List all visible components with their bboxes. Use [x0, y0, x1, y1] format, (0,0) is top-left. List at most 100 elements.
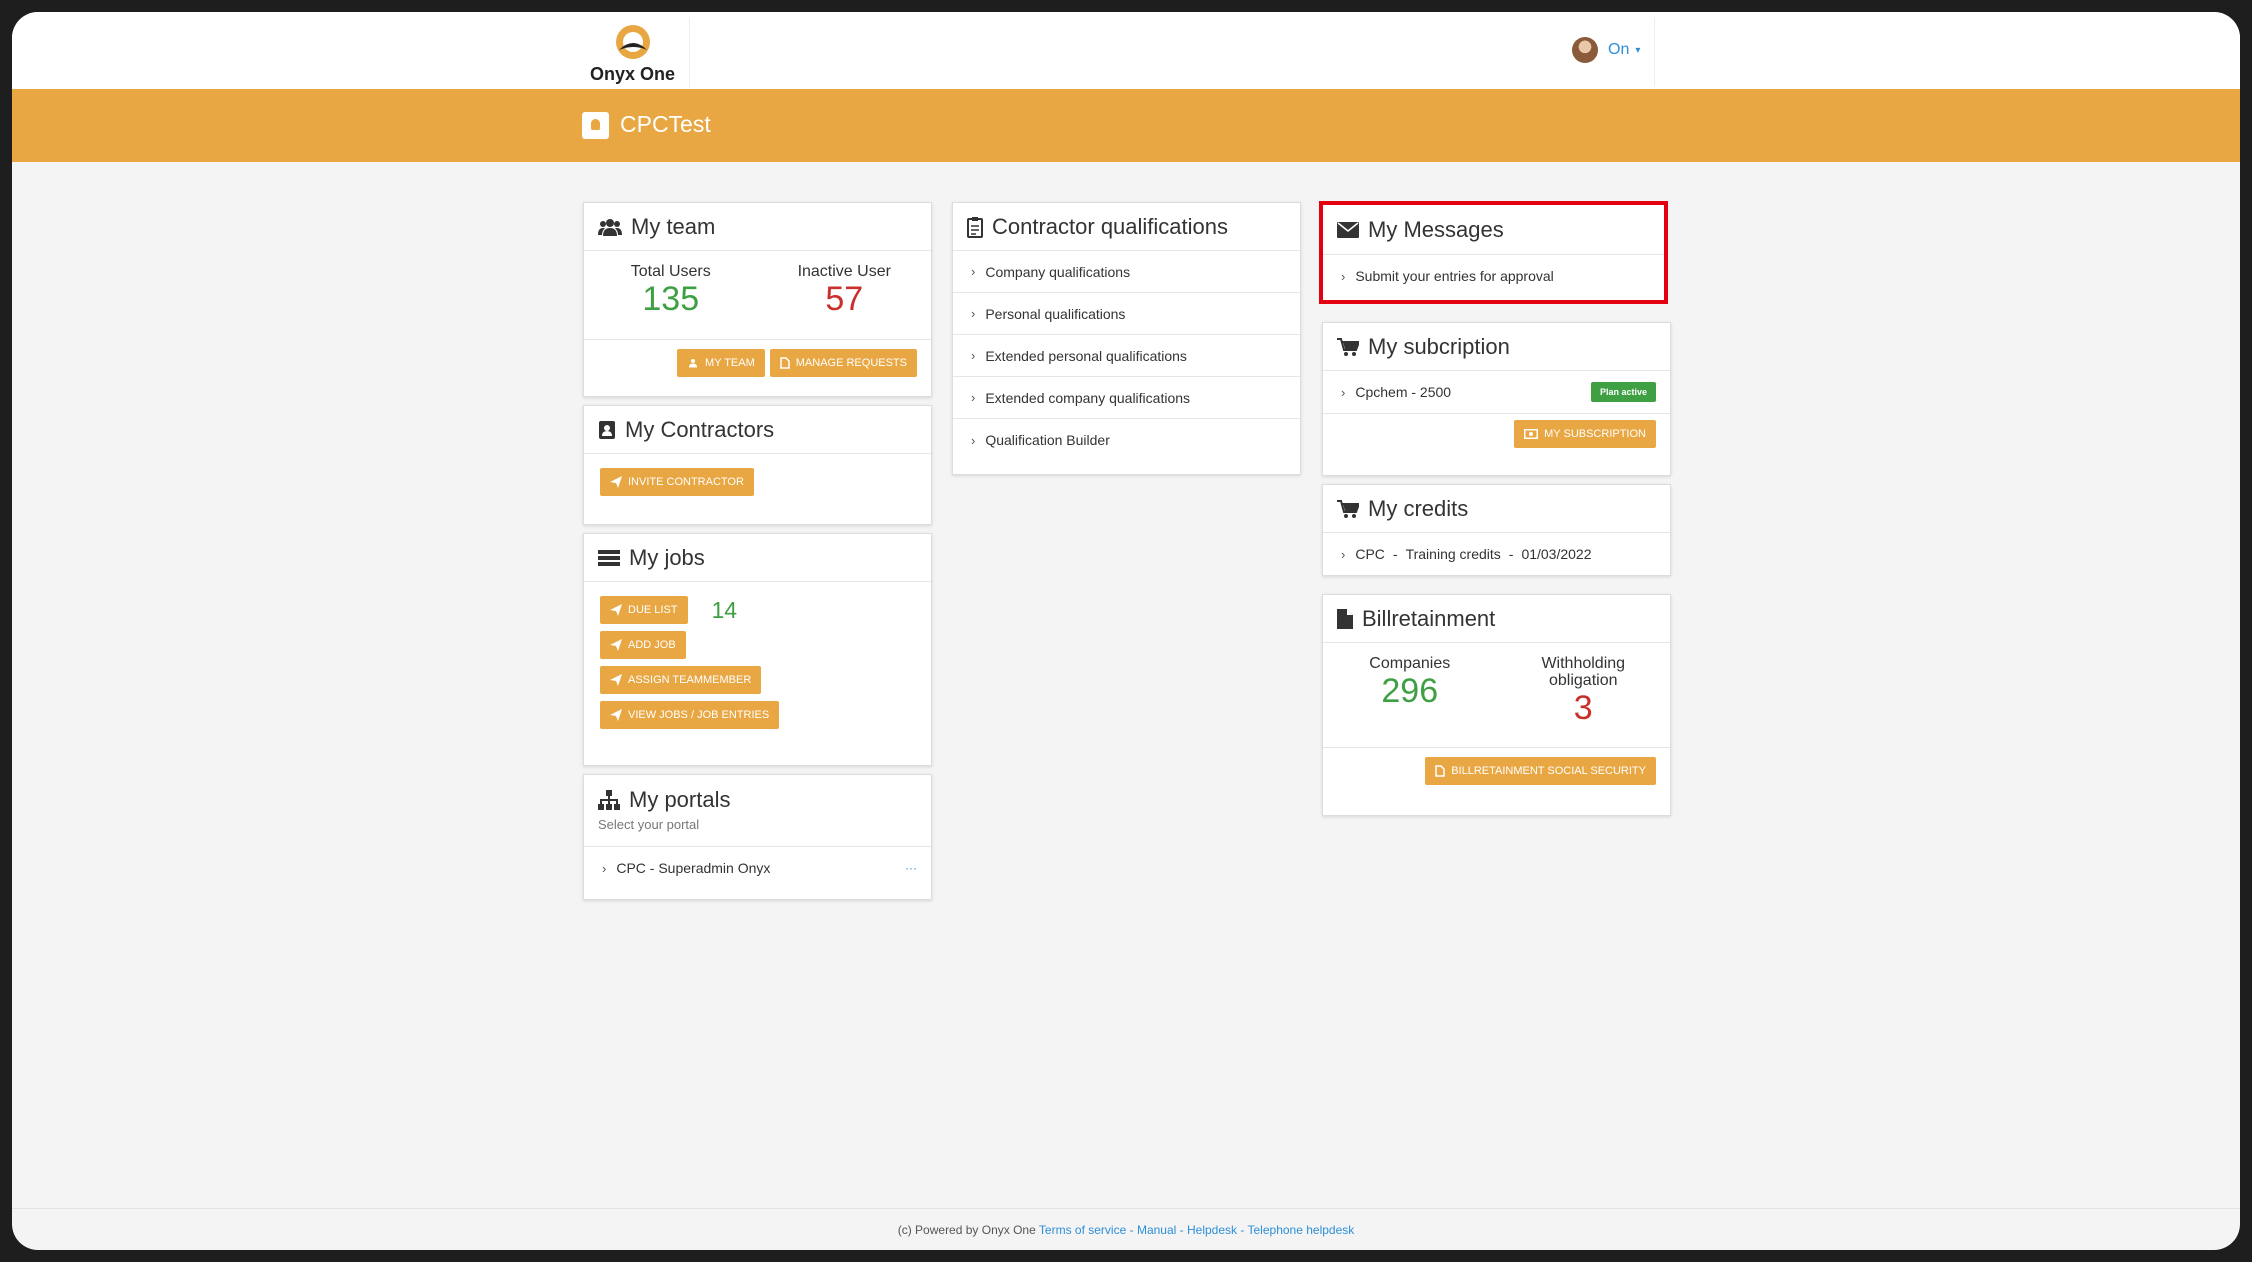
separator: -: [1392, 546, 1398, 562]
paper-plane-icon: [610, 604, 622, 616]
users-icon: [689, 359, 698, 368]
panel-header: My credits: [1323, 485, 1670, 533]
list-item[interactable]: › Company qualifications: [953, 251, 1300, 293]
footer-separator: -: [1240, 1223, 1245, 1237]
item-label: Extended company qualifications: [985, 389, 1191, 406]
my-team-button[interactable]: MY TEAM: [677, 349, 765, 377]
subscription-item[interactable]: › Cpchem - 2500 Plan active: [1323, 371, 1670, 413]
manual-link[interactable]: Manual: [1137, 1223, 1176, 1237]
due-count: 14: [711, 596, 738, 623]
panel-header: My team: [584, 203, 931, 251]
terms-link[interactable]: Terms of service: [1039, 1223, 1126, 1237]
panel-title: My Contractors: [625, 416, 775, 442]
portal-name: CPC - Superadmin Onyx: [616, 860, 771, 876]
logo-text: Onyx One: [589, 64, 676, 84]
user-name[interactable]: On: [1608, 41, 1629, 59]
telephone-helpdesk-link[interactable]: Telephone helpdesk: [1248, 1223, 1355, 1237]
chevron-down-icon[interactable]: ▾: [1635, 45, 1640, 56]
credit-item[interactable]: › CPC - Training credits - 01/03/2022: [1323, 533, 1670, 575]
my-team-panel: My team Total Users 135 Inactive User 57…: [583, 202, 932, 397]
navbar-divider: [1654, 18, 1655, 86]
my-jobs-panel: My jobs DUE LIST 14 ADD JOB ASSIGN TEAMM…: [583, 533, 932, 766]
cart-icon: [1337, 499, 1359, 518]
withholding-value: 3: [1573, 689, 1593, 727]
chevron-right-icon: ›: [971, 264, 976, 279]
panel-header: My subcription: [1323, 323, 1670, 371]
list-icon: [598, 549, 620, 566]
total-users-stat: Total Users 135: [584, 263, 758, 339]
avatar[interactable]: [1572, 37, 1598, 63]
my-portals-panel: My portals Select your portal › CPC - Sup…: [583, 774, 932, 900]
panel-footer: MY TEAM MANAGE REQUESTS: [584, 339, 931, 386]
button-label: BILLRETAINMENT SOCIAL SECURITY: [1451, 765, 1646, 777]
onyx-one-logo[interactable]: Onyx One: [576, 18, 690, 88]
item-label: Personal qualifications: [985, 305, 1126, 322]
assign-teammember-button[interactable]: ASSIGN TEAMMEMBER: [600, 666, 762, 694]
portal-item[interactable]: › CPC - Superadmin Onyx ···: [584, 847, 931, 889]
list-item[interactable]: › Personal qualifications: [953, 293, 1300, 335]
sitemap-icon: [598, 790, 620, 810]
list-item[interactable]: › Extended company qualifications: [953, 377, 1300, 419]
credit-company: CPC: [1355, 546, 1385, 562]
panel-title: Contractor qualifications: [992, 213, 1229, 239]
companies-stat: Companies 296: [1323, 655, 1497, 747]
button-label: VIEW JOBS / JOB ENTRIES: [628, 709, 770, 721]
invite-contractor-button[interactable]: INVITE CONTRACTOR: [600, 468, 754, 496]
credit-date: 01/03/2022: [1521, 546, 1592, 562]
button-label: ASSIGN TEAMMEMBER: [628, 674, 752, 686]
total-users-label: Total Users: [630, 263, 711, 280]
panel-title: My portals: [629, 787, 731, 812]
my-contractors-panel: My Contractors INVITE CONTRACTOR: [583, 405, 932, 525]
chevron-right-icon: ›: [1341, 384, 1346, 400]
user-menu[interactable]: On ▾: [1572, 34, 1640, 66]
chevron-right-icon: ›: [971, 306, 976, 321]
add-job-button[interactable]: ADD JOB: [600, 631, 686, 659]
page-banner: CPCTest: [12, 89, 2240, 162]
item-label: Company qualifications: [985, 263, 1131, 280]
chevron-right-icon: ›: [602, 860, 607, 876]
withholding-label-1: Withholding: [1541, 655, 1626, 672]
paper-plane-icon: [610, 476, 622, 488]
panel-footer: MY SUBSCRIPTION: [1323, 413, 1670, 457]
button-label: MY TEAM: [705, 357, 755, 369]
billretainment-social-security-button[interactable]: BILLRETAINMENT SOCIAL SECURITY: [1425, 757, 1656, 785]
panel-title: My jobs: [629, 544, 705, 570]
item-label: Qualification Builder: [985, 432, 1110, 448]
users-icon: [598, 218, 622, 236]
due-list-button[interactable]: DUE LIST: [600, 596, 688, 624]
footer-copyright: (c) Powered by Onyx One: [897, 1223, 1036, 1237]
more-options-icon[interactable]: ···: [905, 861, 917, 875]
billretainment-panel: Billretainment Companies 296 Withholding…: [1322, 594, 1671, 816]
button-label: MANAGE REQUESTS: [795, 357, 907, 369]
list-item[interactable]: › Extended personal qualifications: [953, 335, 1300, 377]
button-label: INVITE CONTRACTOR: [628, 476, 744, 488]
view-jobs-button[interactable]: VIEW JOBS / JOB ENTRIES: [600, 701, 780, 729]
contractor-qualifications-panel: Contractor qualifications › Company quali…: [952, 202, 1301, 475]
panel-header: My portals Select your portal: [584, 775, 931, 847]
chevron-right-icon: ›: [971, 348, 976, 363]
item-label: Extended personal qualifications: [985, 347, 1187, 364]
paper-plane-icon: [610, 639, 622, 651]
inactive-user-value: 57: [825, 280, 864, 318]
helpdesk-link[interactable]: Helpdesk: [1187, 1223, 1237, 1237]
my-subscription-button[interactable]: MY SUBSCRIPTION: [1514, 420, 1656, 448]
page-title: CPCTest: [620, 111, 711, 137]
paper-plane-icon: [610, 674, 622, 686]
highlight-box: [1319, 201, 1668, 304]
panel-subtitle: Select your portal: [598, 817, 700, 832]
manage-requests-button[interactable]: MANAGE REQUESTS: [769, 349, 917, 377]
top-navbar: Onyx One On ▾: [12, 12, 2240, 89]
team-stats: Total Users 135 Inactive User 57: [584, 251, 931, 339]
clipboard-icon: [967, 216, 983, 238]
panel-header: Billretainment: [1323, 595, 1670, 643]
button-label: ADD JOB: [628, 639, 676, 651]
panel-header: Contractor qualifications: [953, 203, 1300, 251]
panel-header: My Contractors: [584, 406, 931, 454]
list-item[interactable]: › Qualification Builder: [953, 419, 1300, 461]
file-icon: [780, 357, 790, 369]
qualifications-list: › Company qualifications › Personal qualif…: [953, 251, 1300, 461]
inactive-user-label: Inactive User: [797, 263, 891, 280]
my-credits-panel: My credits › CPC - Training credits - 01…: [1322, 484, 1671, 576]
total-users-value: 135: [642, 280, 700, 318]
cart-icon: [1337, 337, 1359, 356]
